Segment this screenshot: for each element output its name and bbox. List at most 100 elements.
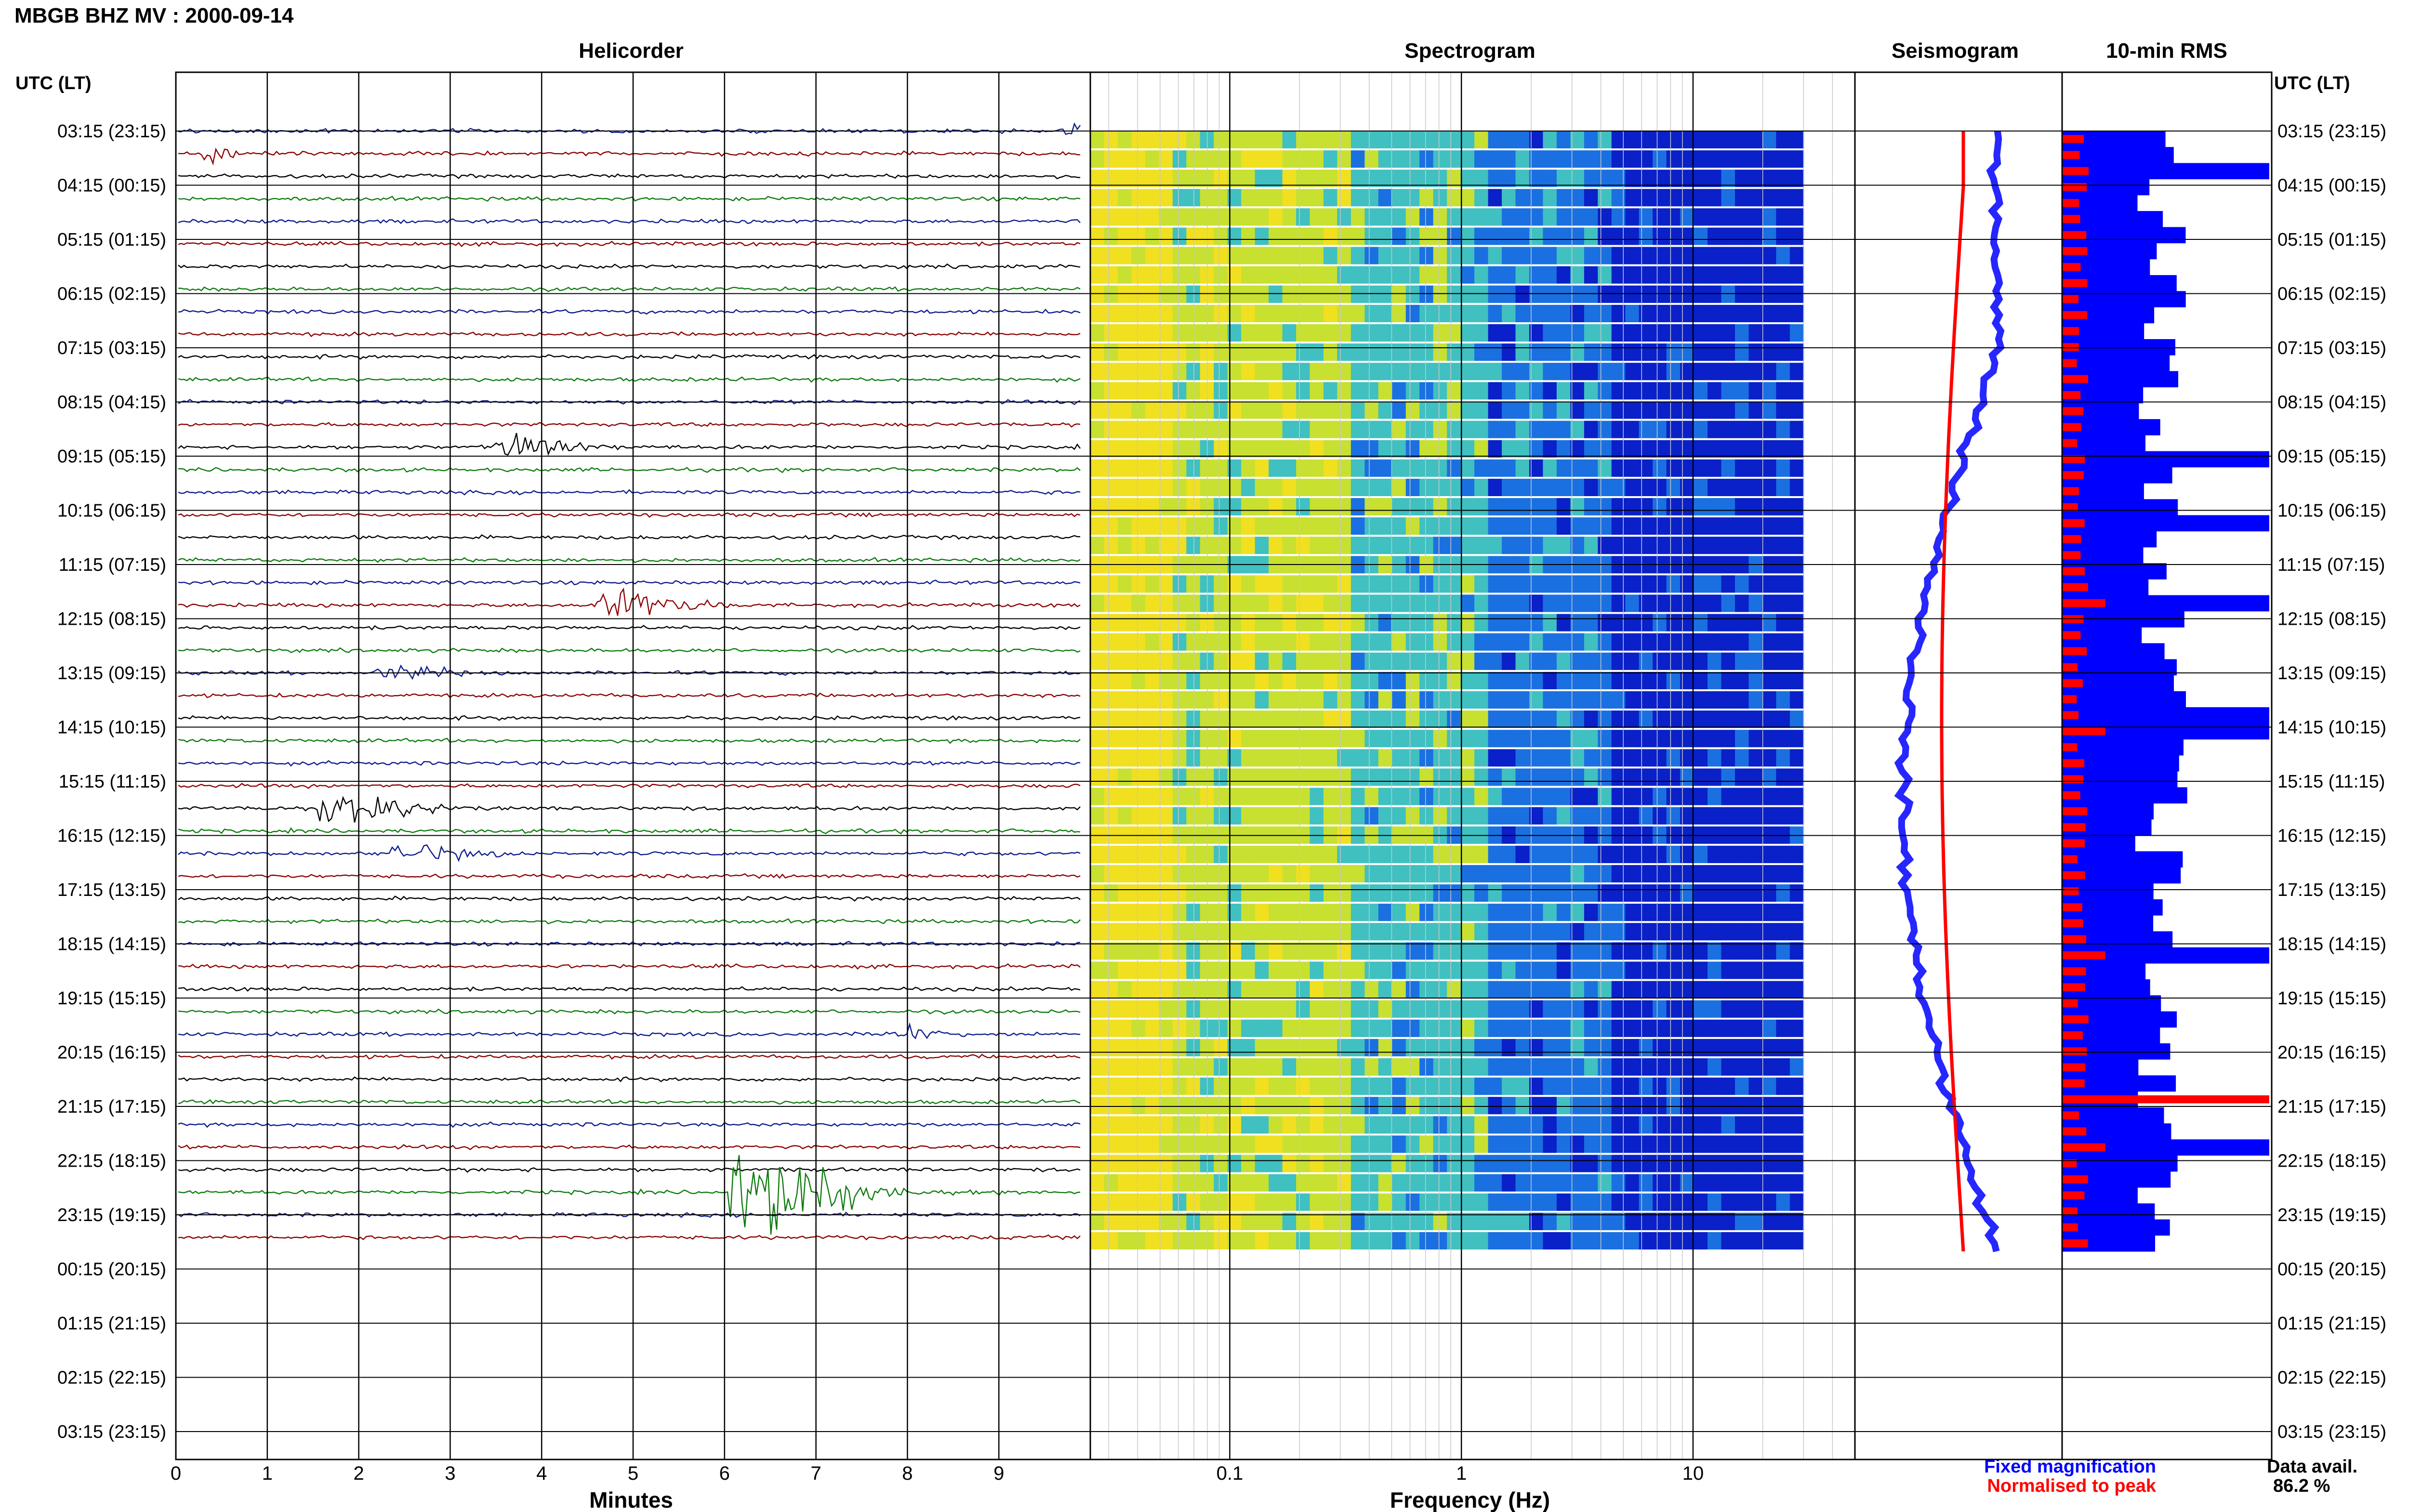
spectrogram-cell [1762,189,1777,207]
spectrogram-cell [1639,150,1653,168]
spectrogram-cell [1117,227,1132,245]
spectrogram-cell [1214,1019,1228,1037]
spectrogram-cell [1515,1000,1530,1018]
spectrogram-cell [1186,1116,1201,1134]
spectrogram-cell [1639,961,1653,979]
spectrogram-cell [1556,1116,1571,1134]
spectrogram-cell [1255,1058,1269,1076]
rms-bar-normalised [2062,935,2086,944]
spectrogram-cell [1310,652,1324,670]
spectrogram-cell [1131,421,1146,438]
spectrogram-cell [1310,1212,1324,1230]
spectrogram-cell [1405,1058,1420,1076]
spectrogram-cell [1117,671,1132,689]
spectrogram-cell [1324,1097,1338,1115]
spectrogram-cell [1666,865,1681,882]
spectrogram-cell [1282,845,1297,863]
spectrogram-cell [1159,749,1173,767]
spectrogram-cell [1748,421,1763,438]
spectrogram-cell [1364,459,1379,477]
spectrogram-cell [1762,150,1777,168]
spectrogram-cell [1310,788,1324,805]
spectrogram-cell [1364,247,1379,264]
spectrogram-cell [1282,1039,1297,1056]
spectrogram-cell [1556,421,1571,438]
spectrogram-cell [1364,788,1379,805]
spectrogram-cell [1337,710,1351,728]
spectrogram-cell [1721,1212,1735,1230]
spectrogram-cell [1324,1155,1338,1172]
spectrogram-cell [1639,1058,1653,1076]
rms-bar-normalised [2062,967,2086,975]
spectrogram-cell [1776,788,1790,805]
spectrogram-cell [1666,845,1681,863]
spectrogram-cell [1653,1058,1667,1076]
spectrogram-cell [1310,633,1324,651]
time-tick-right: 01:15 (21:15) [2277,1314,2386,1334]
spectrogram-cell [1721,865,1735,882]
spectrogram-cell [1090,363,1105,381]
spectrogram-cell [1145,807,1160,825]
spectrogram-cell [1584,478,1599,496]
spectrogram-cell [1255,904,1269,921]
spectrogram-cell [1598,652,1612,670]
spectrogram-cell [1735,749,1749,767]
spectrogram-cell [1707,730,1722,748]
spectrogram-cell [1310,1116,1324,1134]
spectrogram-cell [1570,594,1585,612]
spectrogram-cell [1296,459,1310,477]
spectrogram-cell [1598,884,1612,902]
spectrogram-cell [1639,749,1653,767]
spectrogram-cell [1255,208,1269,226]
spectrogram-cell [1762,1019,1777,1037]
spectrogram-cell [1762,421,1777,438]
spectrogram-cell [1419,671,1434,689]
spectrogram-cell [1090,652,1105,670]
spectrogram-cell [1570,942,1585,960]
spectrogram-cell [1666,788,1681,805]
spectrogram-cell [1625,150,1640,168]
spectrogram-cell [1350,324,1365,342]
spectrogram-cell [1735,421,1749,438]
rms-bar-normalised [2062,695,2077,703]
spectrogram-cell [1145,421,1160,438]
spectrogram-cell [1515,517,1530,535]
spectrogram-cell [1748,537,1763,554]
spectrogram-cell [1584,247,1599,264]
spectrogram-cell [1131,1135,1146,1153]
spectrogram-cell [1104,961,1118,979]
spectrogram-cell [1324,671,1338,689]
spectrogram-cell [1748,652,1763,670]
spectrogram-cell [1104,382,1118,400]
spectrogram-cell [1789,440,1804,458]
spectrogram-cell [1241,324,1256,342]
spectrogram-cell [1653,1155,1667,1172]
spectrogram-cell [1460,324,1475,342]
spectrogram-cell [1625,459,1640,477]
spectrogram-cell [1515,1135,1530,1153]
spectrogram-cell [1241,1155,1256,1172]
spectrogram-cell [1282,1174,1297,1192]
rms-bar-normalised [2062,423,2081,431]
spectrogram-cell [1598,1135,1612,1153]
spectrogram-cell [1378,208,1393,226]
spectrogram-cell [1350,652,1365,670]
spectrogram-cell [1488,478,1502,496]
spectrogram-cell [1172,1019,1187,1037]
spectrogram-cell [1748,865,1763,882]
spectrogram-cell [1776,614,1790,631]
spectrogram-cell [1460,1232,1475,1249]
spectrogram-cell [1090,788,1105,805]
spectrogram-cell [1269,440,1283,458]
spectrogram-cell [1090,343,1105,361]
spectrogram-cell [1625,710,1640,728]
spectrogram-cell [1707,981,1722,999]
spectrogram-cell [1310,1019,1324,1037]
spectrogram-cell [1159,227,1173,245]
spectrogram-cell [1419,1212,1434,1230]
spectrogram-cell [1337,170,1351,187]
spectrogram-cell [1392,170,1406,187]
spectrogram-cell [1364,1000,1379,1018]
spectrogram-cell [1584,768,1599,786]
spectrogram-cell [1378,382,1393,400]
